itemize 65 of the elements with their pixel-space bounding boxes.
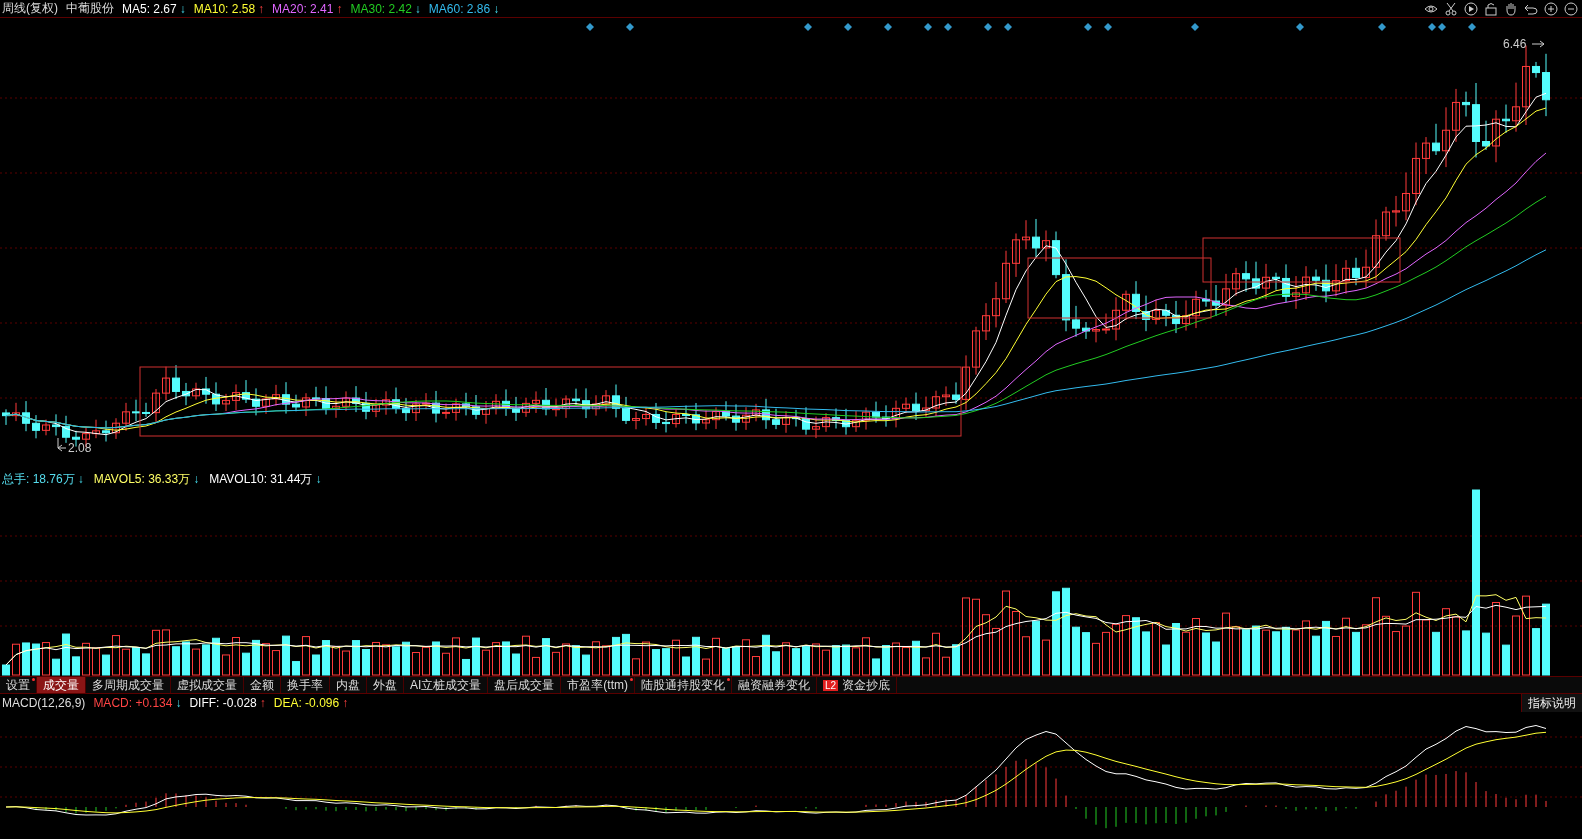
- indicator-tab[interactable]: AI立桩成交量: [404, 677, 489, 693]
- indicator-value: MACD: +0.134: [93, 696, 173, 710]
- indicator-tab[interactable]: 金额: [244, 677, 281, 693]
- signal-marker: [1084, 23, 1092, 31]
- indicator-tab[interactable]: 内盘: [330, 677, 367, 693]
- indicator-value: 总手: 18.76万: [2, 470, 75, 488]
- indicator-tab[interactable]: 换手率: [281, 677, 330, 693]
- signal-marker: [626, 23, 634, 31]
- trend-arrow: ↑: [336, 1, 343, 16]
- signal-marker: [1296, 23, 1304, 31]
- trend-arrow: ↓: [179, 1, 186, 16]
- lock-icon[interactable]: [1484, 1, 1498, 16]
- period-label: 周线(复权): [2, 0, 58, 17]
- indicator-tab[interactable]: 外盘: [367, 677, 404, 693]
- indicator-value: MA20: 2.41: [272, 1, 334, 16]
- indicator-tab[interactable]: 成交量: [37, 677, 86, 693]
- trend-arrow: ↓: [77, 472, 84, 486]
- zoom-in-icon[interactable]: [1544, 1, 1558, 16]
- indicator-value: MAVOL5: 36.33万: [93, 470, 191, 488]
- indicator-value: MAVOL10: 31.44万: [209, 470, 313, 488]
- signal-marker: [924, 23, 932, 31]
- signal-marker: [884, 23, 892, 31]
- signal-marker: [984, 23, 992, 31]
- signal-marker: [944, 23, 952, 31]
- trend-arrow: ↓: [193, 472, 200, 486]
- indicator-value: MA60: 2.86: [428, 1, 491, 16]
- indicator-value: MA10: 2.58: [193, 1, 256, 16]
- signal-marker: [804, 23, 812, 31]
- signal-marker: [1004, 23, 1012, 31]
- indicator-tab[interactable]: 陆股通持股变化: [635, 677, 732, 693]
- trend-arrow: ↑: [342, 696, 349, 710]
- signal-marker: [1438, 23, 1446, 31]
- trend-arrow: ↑: [259, 696, 266, 710]
- trend-arrow: ↓: [175, 696, 182, 710]
- hand-icon[interactable]: [1504, 1, 1518, 16]
- high-price-label: 6.46: [1503, 37, 1545, 51]
- stock-name: 中葡股份: [66, 0, 114, 17]
- indicator-value: DIFF: -0.028: [189, 696, 257, 710]
- signal-marker: [1428, 23, 1436, 31]
- indicator-tab[interactable]: L2 资金抄底: [817, 677, 898, 693]
- signal-marker: [1104, 23, 1112, 31]
- zoom-out-icon[interactable]: [1564, 1, 1578, 16]
- trend-arrow: ↓: [493, 1, 500, 16]
- trend-arrow: ↑: [258, 1, 265, 16]
- indicator-help-button[interactable]: 指标说明: [1521, 694, 1582, 712]
- indicator-tab[interactable]: 虚拟成交量: [171, 677, 244, 693]
- indicator-value: DEA: -0.096: [273, 696, 340, 710]
- indicator-tab[interactable]: 多周期成交量: [86, 677, 171, 693]
- scissors-icon[interactable]: [1444, 1, 1458, 16]
- play-icon[interactable]: [1464, 1, 1478, 16]
- signal-marker: [1191, 23, 1199, 31]
- level2-badge: L2: [823, 679, 839, 691]
- trend-arrow: ↓: [414, 1, 421, 16]
- low-price-label: 2.08: [57, 437, 92, 455]
- trend-arrow: ↓: [315, 472, 322, 486]
- signal-marker: [844, 23, 852, 31]
- signal-marker: [586, 23, 594, 31]
- indicator-tab[interactable]: 融资融券变化: [732, 677, 817, 693]
- indicator-value: MACD(12,26,9): [2, 696, 86, 710]
- signal-marker: [1378, 23, 1386, 31]
- indicator-value: MA5: 2.67: [122, 1, 177, 16]
- indicator-tab[interactable]: 盘后成交量: [488, 677, 562, 693]
- indicator-value: MA30: 2.42: [350, 1, 412, 16]
- signal-marker: [1468, 23, 1476, 31]
- indicator-tab[interactable]: 市盈率(ttm): [561, 677, 635, 693]
